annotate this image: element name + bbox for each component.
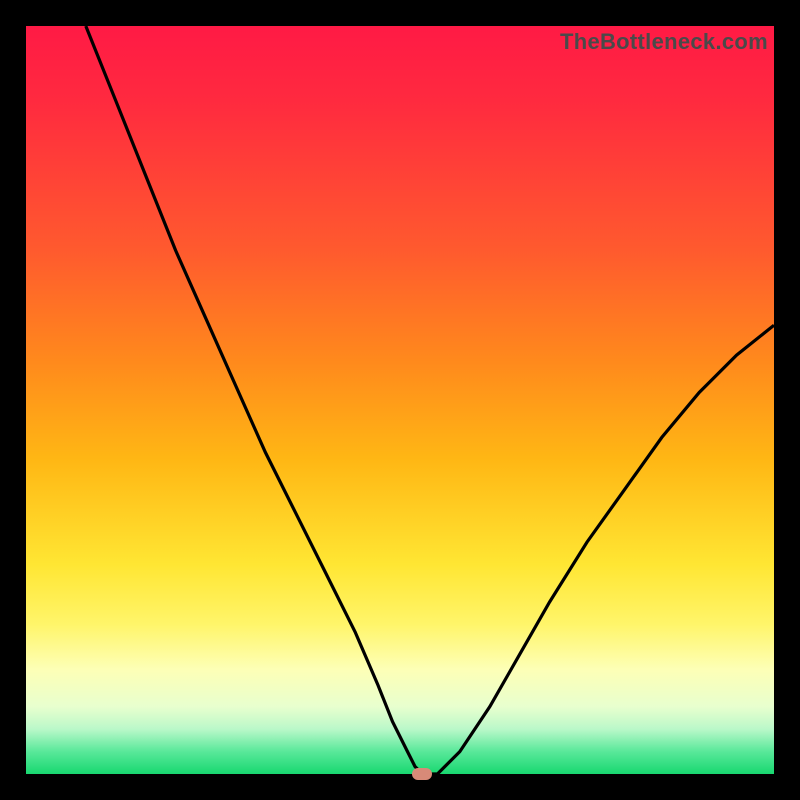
watermark-label: TheBottleneck.com xyxy=(560,29,768,55)
chart-canvas: TheBottleneck.com xyxy=(0,0,800,800)
optimum-marker xyxy=(412,768,432,780)
bottleneck-curve xyxy=(26,26,774,774)
curve-path xyxy=(86,26,774,774)
plot-area: TheBottleneck.com xyxy=(26,26,774,774)
